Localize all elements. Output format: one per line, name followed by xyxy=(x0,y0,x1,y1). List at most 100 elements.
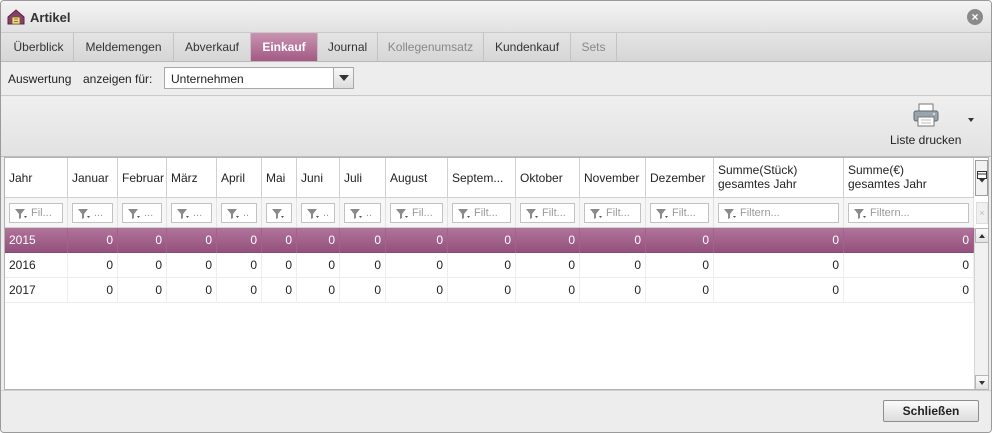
column-header-november[interactable]: November xyxy=(580,158,646,198)
column-header-summe-stueck[interactable]: Summe(Stück) gesamtes Jahr xyxy=(714,158,844,198)
column-header-line2: gesamtes Jahr xyxy=(848,177,927,191)
column-header-dezember[interactable]: Dezember xyxy=(646,158,714,198)
column-header-januar[interactable]: Januar xyxy=(68,158,118,198)
filter-icon xyxy=(590,209,602,219)
table-cell-jahr: 2017 xyxy=(5,278,68,303)
filter-input-mai[interactable] xyxy=(266,203,292,223)
table-cell-juli: 0 xyxy=(340,253,386,278)
table-cell-mai: 0 xyxy=(262,253,297,278)
table-cell-november: 0 xyxy=(580,228,646,253)
tab-kollegenumsatz[interactable]: Kollegenumsatz xyxy=(378,33,484,61)
close-icon[interactable]: × xyxy=(967,9,983,25)
filter-clear-icon[interactable]: × xyxy=(976,202,988,224)
filter-placeholder: Fil... xyxy=(31,207,52,219)
filter-input-summe-euro[interactable]: Filtern... xyxy=(848,203,969,223)
table-cell-januar: 0 xyxy=(68,228,118,253)
grid-vertical-scrollbar[interactable] xyxy=(974,228,988,389)
tab-sets[interactable]: Sets xyxy=(571,33,617,61)
table-cell-maerz: 0 xyxy=(167,278,217,303)
column-header-februar[interactable]: Februar xyxy=(118,158,167,198)
filter-input-februar[interactable]: ... xyxy=(122,203,162,223)
filter-input-juli[interactable]: .. xyxy=(344,203,381,223)
table-cell-jahr: 2015 xyxy=(5,228,68,253)
table-cell-maerz: 0 xyxy=(167,253,217,278)
table-cell-oktober: 0 xyxy=(516,253,580,278)
filter-placeholder: Fil... xyxy=(412,207,433,219)
filter-input-januar[interactable]: ... xyxy=(72,203,113,223)
window-titlebar: Artikel × xyxy=(1,1,991,33)
filter-icon xyxy=(350,209,362,219)
column-header-summe-euro[interactable]: Summe(€) gesamtes Jahr xyxy=(844,158,974,198)
table-row[interactable]: 2017 0 0 0 0 0 0 0 0 0 0 0 0 0 0 xyxy=(5,278,974,303)
article-window: Artikel × Überblick Meldemengen Abverkau… xyxy=(0,0,992,433)
column-header-maerz[interactable]: März xyxy=(167,158,217,198)
column-header-august[interactable]: August xyxy=(386,158,448,198)
filter-cell-januar: ... xyxy=(68,198,118,228)
column-header-mai[interactable]: Mai xyxy=(262,158,297,198)
table-cell-summe-stueck: 0 xyxy=(714,253,844,278)
filter-input-oktober[interactable]: Filt... xyxy=(520,203,575,223)
filter-input-maerz[interactable]: ... xyxy=(171,203,212,223)
column-menu-button[interactable] xyxy=(975,160,988,196)
table-cell-januar: 0 xyxy=(68,253,118,278)
table-cell-juni: 0 xyxy=(297,278,340,303)
tab-einkauf[interactable]: Einkauf xyxy=(251,33,318,61)
filter-input-summe-stueck[interactable]: Filtern... xyxy=(718,203,839,223)
table-cell-februar: 0 xyxy=(118,278,167,303)
filter-icon xyxy=(526,209,538,219)
column-header-april[interactable]: April xyxy=(217,158,262,198)
column-header-september[interactable]: Septem... xyxy=(448,158,516,198)
filter-input-september[interactable]: Filt... xyxy=(452,203,511,223)
close-button[interactable]: Schließen xyxy=(883,400,979,422)
tab-bar: Überblick Meldemengen Abverkauf Einkauf … xyxy=(1,33,991,62)
filter-icon xyxy=(272,209,284,219)
filter-placeholder: Filt... xyxy=(672,207,696,219)
table-cell-summe-stueck: 0 xyxy=(714,228,844,253)
filter-input-dezember[interactable]: Filt... xyxy=(650,203,709,223)
filter-cell-mai xyxy=(262,198,297,228)
scroll-up-icon[interactable] xyxy=(975,228,988,243)
column-header-juli[interactable]: Juli xyxy=(340,158,386,198)
show-for-select[interactable]: Unternehmen xyxy=(164,67,354,89)
print-list-button[interactable]: Liste drucken xyxy=(885,103,975,151)
table-cell-summe-euro: 0 xyxy=(844,253,974,278)
scroll-down-icon[interactable] xyxy=(975,375,988,389)
filter-input-august[interactable]: Fil... xyxy=(390,203,443,223)
article-icon xyxy=(7,9,25,25)
table-row[interactable]: 2015 0 0 0 0 0 0 0 0 0 0 0 0 0 0 xyxy=(5,228,974,253)
column-header-juni[interactable]: Juni xyxy=(297,158,340,198)
table-cell-april: 0 xyxy=(217,253,262,278)
table-cell-juni: 0 xyxy=(297,228,340,253)
filter-cell-juni: .. xyxy=(297,198,340,228)
filter-icon xyxy=(458,209,470,219)
filter-cell-oktober: Filt... xyxy=(516,198,580,228)
filter-input-november[interactable]: Filt... xyxy=(584,203,641,223)
filter-icon xyxy=(854,209,866,219)
table-cell-juli: 0 xyxy=(340,228,386,253)
tab-ueberblick[interactable]: Überblick xyxy=(4,33,74,61)
filter-input-juni[interactable]: .. xyxy=(301,203,335,223)
print-dropdown-caret-icon[interactable] xyxy=(968,118,974,122)
chevron-down-icon[interactable] xyxy=(333,68,353,88)
printer-icon xyxy=(913,103,939,127)
tab-meldemengen[interactable]: Meldemengen xyxy=(74,33,174,61)
table-cell-september: 0 xyxy=(448,278,516,303)
column-header-oktober[interactable]: Oktober xyxy=(516,158,580,198)
tab-kundenkauf[interactable]: Kundenkauf xyxy=(484,33,571,61)
filter-icon xyxy=(128,209,140,219)
tab-journal[interactable]: Journal xyxy=(318,33,378,61)
filter-input-april[interactable]: .. xyxy=(221,203,257,223)
column-header-jahr[interactable]: Jahr xyxy=(5,158,68,198)
filter-cell-maerz: ... xyxy=(167,198,217,228)
table-cell-summe-stueck: 0 xyxy=(714,278,844,303)
filter-placeholder: ... xyxy=(193,207,203,219)
table-cell-november: 0 xyxy=(580,278,646,303)
filter-placeholder: Filt... xyxy=(474,207,498,219)
filter-icon xyxy=(307,209,319,219)
table-cell-april: 0 xyxy=(217,278,262,303)
filter-icon xyxy=(78,209,90,219)
filter-input-jahr[interactable]: Fil... xyxy=(9,203,63,223)
tab-abverkauf[interactable]: Abverkauf xyxy=(174,33,251,61)
filter-placeholder: .. xyxy=(243,207,250,219)
table-row[interactable]: 2016 0 0 0 0 0 0 0 0 0 0 0 0 0 0 xyxy=(5,253,974,278)
